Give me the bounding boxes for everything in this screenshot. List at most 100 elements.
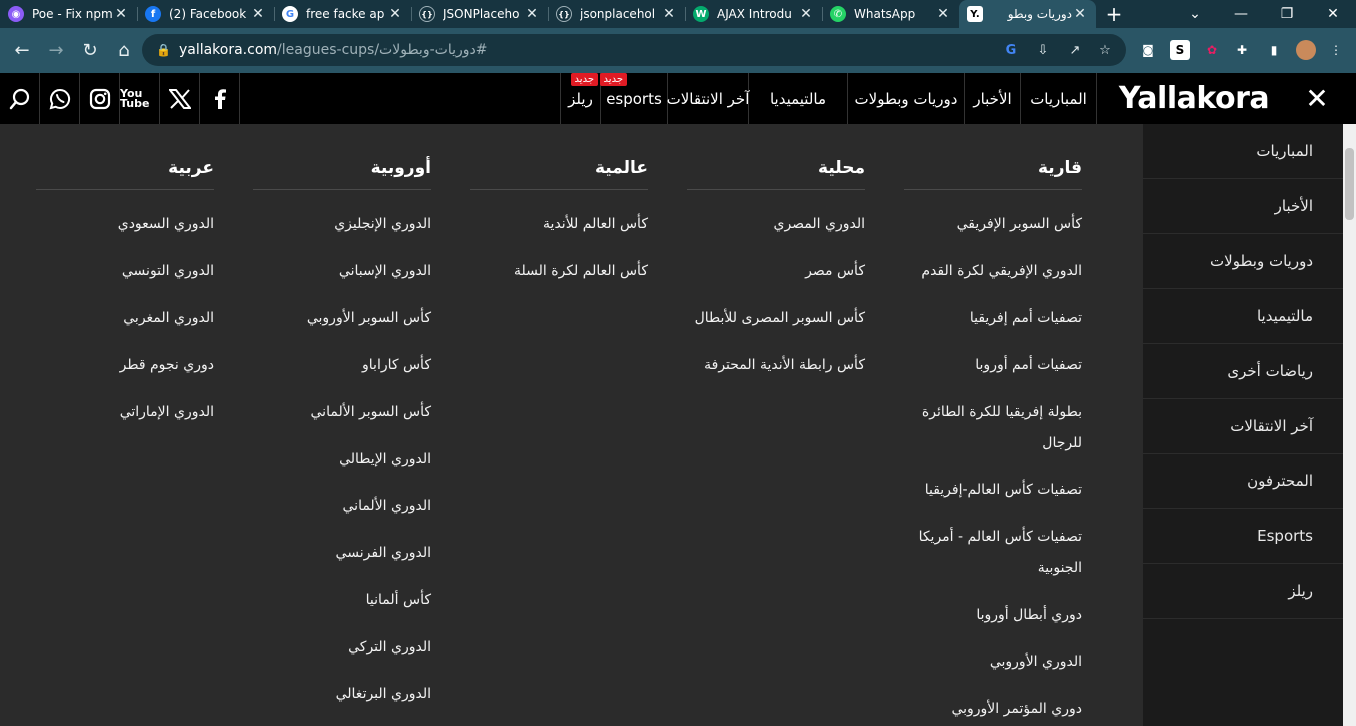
restore-button[interactable]: ❐ <box>1264 0 1310 28</box>
menu-link[interactable]: دوري أبطال أوروبا <box>976 600 1082 631</box>
tab-title: jsonplacehol <box>580 7 656 21</box>
tab-close-icon[interactable]: ✕ <box>661 6 677 22</box>
browser-tab[interactable]: Gfree facke ap ✕ <box>274 0 411 28</box>
menu-link[interactable]: الدوري الإنجليزي <box>334 209 431 240</box>
browser-menu-icon[interactable]: ⋮ <box>1326 40 1346 60</box>
whatsapp-icon[interactable] <box>40 73 80 124</box>
menu-link[interactable]: الدوري الألماني <box>343 491 432 522</box>
google-lens-icon[interactable]: G <box>1002 41 1020 59</box>
menu-link[interactable]: تصفيات كأس العالم-إفريقيا <box>925 475 1082 506</box>
menu-link[interactable]: كأس العالم لكرة السلة <box>514 256 648 287</box>
side-menu-label: المحترفون <box>1247 472 1313 490</box>
side-menu-item[interactable]: ريلز <box>1143 564 1343 619</box>
search-icon[interactable] <box>0 73 40 124</box>
menu-link[interactable]: كأس رابطة الأندية المحترفة <box>704 350 865 381</box>
camera-extension-icon[interactable]: ◙ <box>1138 40 1158 60</box>
share-icon[interactable]: ↗ <box>1066 41 1084 59</box>
tab-close-icon[interactable]: ✕ <box>935 6 951 22</box>
side-menu-item[interactable]: آخر الانتقالات <box>1143 399 1343 454</box>
menu-link[interactable]: الدوري الإيطالي <box>339 444 431 475</box>
menu-link[interactable]: تصفيات أمم إفريقيا <box>970 303 1082 334</box>
side-menu-item[interactable]: رياضات أخرى <box>1143 344 1343 399</box>
tab-search-icon[interactable]: ⌄ <box>1172 0 1218 28</box>
x-icon[interactable] <box>160 73 200 124</box>
menu-link[interactable]: الدوري الإفريقي لكرة القدم <box>921 256 1082 287</box>
menu-link[interactable]: كأس مصر <box>805 256 865 287</box>
color-extension-icon[interactable]: ✿ <box>1202 40 1222 60</box>
tab-close-icon[interactable]: ✕ <box>113 6 129 22</box>
browser-tab[interactable]: Y. دوريات وبطو ✕ <box>959 0 1096 28</box>
menu-link[interactable]: الدوري الأوروبي <box>990 647 1082 678</box>
instagram-icon[interactable] <box>80 73 120 124</box>
side-menu-item[interactable]: Esports <box>1143 509 1343 564</box>
close-window-button[interactable]: ✕ <box>1310 0 1356 28</box>
profile-avatar[interactable] <box>1296 40 1316 60</box>
menu-link[interactable]: بطولة إفريقيا للكرة الطائرة للرجال <box>904 397 1082 459</box>
side-menu-item[interactable]: المحترفون <box>1143 454 1343 509</box>
tab-close-icon[interactable]: ✕ <box>798 6 814 22</box>
menu-link[interactable]: الدوري التونسي <box>122 256 214 287</box>
nav-item[interactable]: دوريات وبطولات <box>847 73 964 124</box>
close-menu-button[interactable]: ✕ <box>1291 73 1343 124</box>
browser-tab[interactable]: f (2) Facebook ✕ <box>137 0 274 28</box>
menu-link[interactable]: كأس العالم للأندية <box>543 209 648 240</box>
side-menu-item[interactable]: الأخبار <box>1143 179 1343 234</box>
browser-tab[interactable]: ◉ Poe - Fix npm ✕ <box>0 0 137 28</box>
side-menu-label: Esports <box>1257 527 1313 545</box>
nav-item[interactable]: esports جديد <box>599 73 667 124</box>
back-button[interactable]: ← <box>6 35 38 67</box>
tab-list: ◉ Poe - Fix npm ✕ f (2) Facebook ✕ Gfree facke… <box>0 0 1096 28</box>
scrollbar-thumb[interactable] <box>1345 148 1354 220</box>
menu-link[interactable]: الدوري الإسباني <box>339 256 431 287</box>
reload-button[interactable]: ↻ <box>74 35 106 67</box>
menu-link[interactable]: تصفيات أمم أوروبا <box>975 350 1082 381</box>
s-extension-icon[interactable]: S <box>1170 40 1190 60</box>
browser-tab[interactable]: W AJAX Introdu ✕ <box>685 0 822 28</box>
minimize-button[interactable]: — <box>1218 0 1264 28</box>
browser-tab[interactable]: {} JSONPlaceho ✕ <box>411 0 548 28</box>
browser-tab[interactable]: {} jsonplacehol ✕ <box>548 0 685 28</box>
menu-link[interactable]: الدوري المغربي <box>123 303 214 334</box>
facebook-icon[interactable] <box>200 73 240 124</box>
site-logo[interactable]: Yallakora <box>1096 73 1291 124</box>
menu-link[interactable]: الدوري البرتغالي <box>336 679 431 710</box>
nav-item[interactable]: آخر الانتقالات <box>667 73 749 124</box>
tab-close-icon[interactable]: ✕ <box>524 6 540 22</box>
home-button[interactable]: ⌂ <box>108 35 140 67</box>
tab-close-icon[interactable]: ✕ <box>387 6 403 22</box>
menu-link[interactable]: كأس السوبر الألماني <box>311 397 431 428</box>
bookmark-star-icon[interactable]: ☆ <box>1096 41 1114 59</box>
sidepanel-icon[interactable]: ▮ <box>1264 40 1284 60</box>
nav-item[interactable]: الأخبار <box>964 73 1020 124</box>
nav-item[interactable]: المباريات <box>1020 73 1096 124</box>
menu-link[interactable]: تصفيات كأس العالم - أمريكا الجنوبية <box>904 522 1082 584</box>
menu-link[interactable]: كأس كاراباو <box>362 350 431 381</box>
install-app-icon[interactable]: ⇩ <box>1034 41 1052 59</box>
nav-item[interactable]: مالتيميديا <box>748 73 847 124</box>
address-bar[interactable]: 🔒 yallakora.com/leagues-cups/دوريات-وبطو… <box>142 34 1126 66</box>
side-menu-item[interactable]: دوريات وبطولات <box>1143 234 1343 289</box>
forward-button[interactable]: → <box>40 35 72 67</box>
menu-link[interactable]: الدوري التركي <box>348 632 431 663</box>
browser-tab[interactable]: ✆ WhatsApp ✕ <box>822 0 959 28</box>
menu-link[interactable]: كأس السوبر الأوروبي <box>307 303 431 334</box>
new-tab-button[interactable]: + <box>1096 0 1132 28</box>
menu-link[interactable]: دوري نجوم قطر <box>120 350 214 381</box>
extensions-puzzle-icon[interactable]: ✚ <box>1232 40 1252 60</box>
menu-link[interactable]: كأس السوبر الإفريقي <box>957 209 1082 240</box>
youtube-icon[interactable]: You Tube <box>120 73 160 124</box>
menu-link[interactable]: كأس السوبر المصرى للأبطال <box>695 303 865 334</box>
nav-item[interactable]: ريلز جديد <box>560 73 600 124</box>
tab-close-icon[interactable]: ✕ <box>250 6 266 22</box>
side-menu-item[interactable]: المباريات <box>1143 124 1343 179</box>
lock-icon[interactable]: 🔒 <box>156 43 171 57</box>
menu-link[interactable]: الدوري الإماراتي <box>120 397 214 428</box>
menu-link[interactable]: الدوري الفرنسي <box>336 538 431 569</box>
menu-link[interactable]: الدوري المصري <box>773 209 865 240</box>
menu-link[interactable]: كأس ألمانيا <box>366 585 431 616</box>
tab-close-icon[interactable]: ✕ <box>1072 6 1088 22</box>
menu-link[interactable]: الدوري السعودي <box>118 209 214 240</box>
menu-link[interactable]: دوري المؤتمر الأوروبي <box>951 694 1082 725</box>
browser-tab-strip: ◉ Poe - Fix npm ✕ f (2) Facebook ✕ Gfree facke… <box>0 0 1356 28</box>
side-menu-item[interactable]: مالتيميديا <box>1143 289 1343 344</box>
